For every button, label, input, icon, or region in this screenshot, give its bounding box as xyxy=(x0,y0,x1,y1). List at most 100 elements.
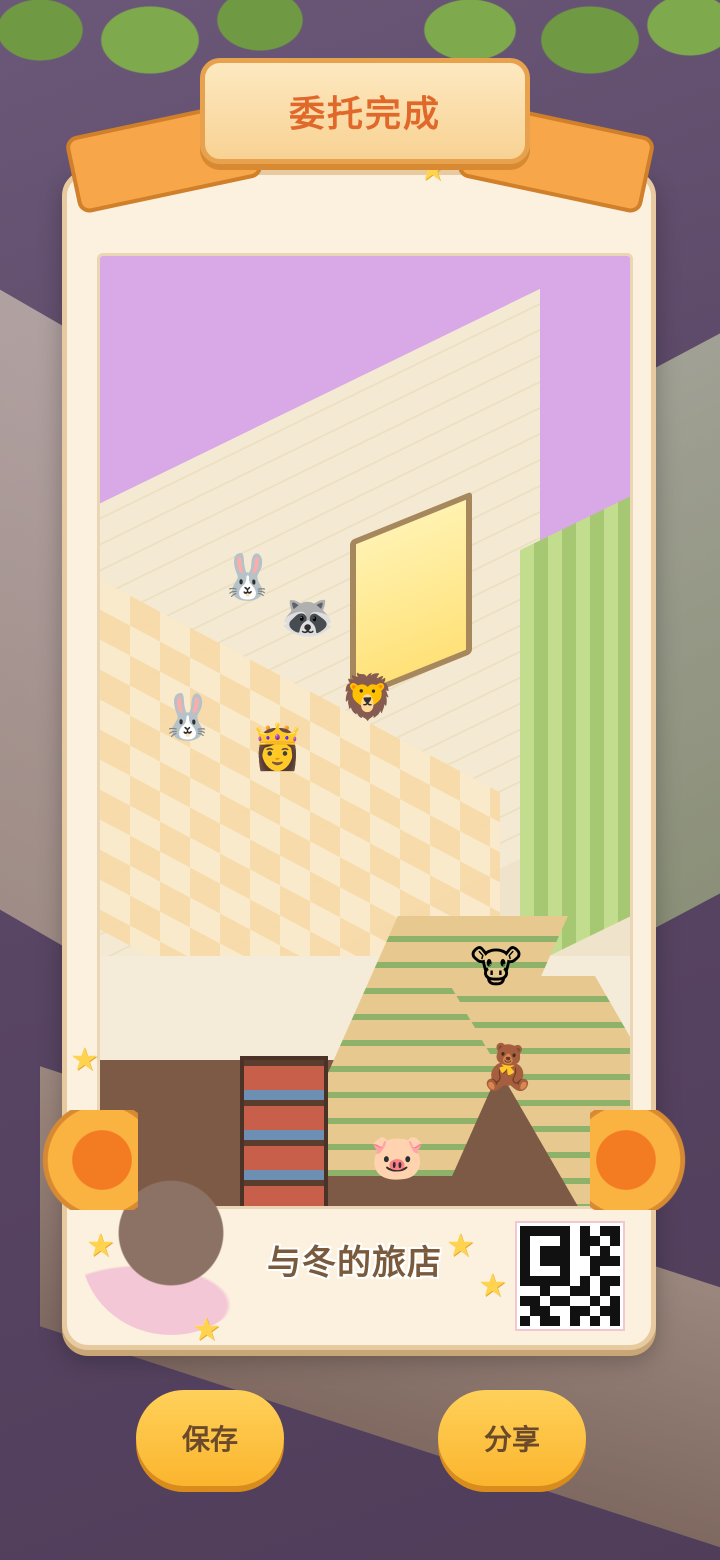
qr-module xyxy=(550,1236,560,1246)
qr-module xyxy=(550,1296,560,1306)
qr-module xyxy=(520,1276,530,1286)
qr-module xyxy=(530,1296,540,1306)
qr-module xyxy=(580,1316,590,1326)
save-button[interactable]: 保存 xyxy=(136,1390,284,1486)
qr-code xyxy=(517,1223,623,1329)
qr-module xyxy=(540,1266,550,1276)
qr-module xyxy=(580,1276,590,1286)
qr-module xyxy=(520,1286,530,1296)
qr-module xyxy=(600,1236,610,1246)
guest-character: 🐮 xyxy=(470,942,523,993)
page-title: 委托完成 xyxy=(288,94,441,135)
qr-module xyxy=(600,1296,610,1306)
guest-character: 🦁 xyxy=(340,672,395,723)
qr-module xyxy=(610,1276,620,1286)
qr-module xyxy=(550,1226,560,1236)
qr-module xyxy=(550,1266,560,1276)
horn-icon xyxy=(18,1110,138,1210)
qr-module xyxy=(560,1256,570,1266)
qr-module xyxy=(530,1276,540,1286)
star-icon: ★ xyxy=(86,1226,115,1264)
qr-module xyxy=(550,1306,560,1316)
qr-module xyxy=(530,1246,540,1256)
qr-module xyxy=(560,1226,570,1236)
qr-module xyxy=(530,1236,540,1246)
qr-module xyxy=(570,1256,580,1266)
horn-icon xyxy=(590,1110,710,1210)
guest-character: 🐰 xyxy=(220,552,275,603)
qr-module xyxy=(530,1256,540,1266)
qr-module xyxy=(610,1286,620,1296)
qr-module xyxy=(590,1226,600,1236)
qr-module xyxy=(590,1276,600,1286)
qr-module xyxy=(570,1306,580,1316)
qr-module xyxy=(600,1266,610,1276)
qr-module xyxy=(520,1316,530,1326)
qr-module xyxy=(600,1256,610,1266)
qr-module xyxy=(560,1296,570,1306)
title-banner: 委托完成 xyxy=(63,58,657,215)
qr-module xyxy=(520,1266,530,1276)
qr-module xyxy=(600,1286,610,1296)
qr-module xyxy=(610,1306,620,1316)
qr-module xyxy=(540,1306,550,1316)
qr-module xyxy=(520,1296,530,1306)
result-card: 🐰 🦝 🦁 👸 🐰 🐮 🧸 🐷 与冬的旅店 xyxy=(62,170,656,1350)
qr-module xyxy=(560,1236,570,1246)
qr-module xyxy=(580,1286,590,1296)
qr-module xyxy=(540,1286,550,1296)
hotel-screenshot: 🐰 🦝 🦁 👸 🐰 🐮 🧸 🐷 xyxy=(97,253,633,1209)
qr-module xyxy=(570,1316,580,1326)
qr-module xyxy=(530,1316,540,1326)
qr-module xyxy=(530,1226,540,1236)
qr-module xyxy=(550,1276,560,1286)
qr-module xyxy=(570,1236,580,1246)
qr-module xyxy=(520,1226,530,1236)
qr-module xyxy=(580,1266,590,1276)
star-icon: ★ xyxy=(478,1266,507,1304)
qr-module xyxy=(550,1246,560,1256)
qr-module xyxy=(580,1296,590,1306)
green-room-wall xyxy=(520,481,630,971)
qr-module xyxy=(570,1246,580,1256)
qr-module xyxy=(520,1236,530,1246)
qr-module xyxy=(540,1256,550,1266)
qr-module xyxy=(600,1276,610,1286)
qr-module xyxy=(520,1306,530,1316)
qr-module xyxy=(610,1226,620,1236)
qr-module xyxy=(540,1236,550,1246)
qr-module xyxy=(550,1256,560,1266)
qr-module xyxy=(560,1246,570,1256)
qr-module xyxy=(610,1296,620,1306)
qr-module xyxy=(570,1286,580,1296)
qr-module xyxy=(590,1256,600,1266)
guest-character: 🐷 xyxy=(370,1132,425,1183)
qr-module xyxy=(610,1236,620,1246)
qr-module xyxy=(590,1296,600,1306)
qr-module xyxy=(540,1296,550,1306)
qr-module xyxy=(540,1246,550,1256)
qr-module xyxy=(590,1286,600,1296)
qr-module xyxy=(530,1306,540,1316)
qr-module xyxy=(600,1226,610,1236)
qr-module xyxy=(600,1306,610,1316)
qr-module xyxy=(570,1276,580,1286)
qr-module xyxy=(580,1236,590,1246)
qr-module xyxy=(560,1266,570,1276)
share-button[interactable]: 分享 xyxy=(438,1390,586,1486)
star-icon: ★ xyxy=(446,1226,475,1264)
qr-module xyxy=(540,1316,550,1326)
qr-module xyxy=(580,1226,590,1236)
qr-module xyxy=(540,1226,550,1236)
banner-plate: 委托完成 xyxy=(200,58,530,164)
qr-module xyxy=(580,1306,590,1316)
qr-module xyxy=(530,1266,540,1276)
guest-character: 🧸 xyxy=(480,1042,535,1093)
qr-module xyxy=(580,1246,590,1256)
qr-module xyxy=(610,1266,620,1276)
qr-module xyxy=(560,1286,570,1296)
qr-module xyxy=(600,1316,610,1326)
qr-module xyxy=(530,1286,540,1296)
guest-character: 🐰 xyxy=(160,692,215,743)
qr-module xyxy=(610,1256,620,1266)
